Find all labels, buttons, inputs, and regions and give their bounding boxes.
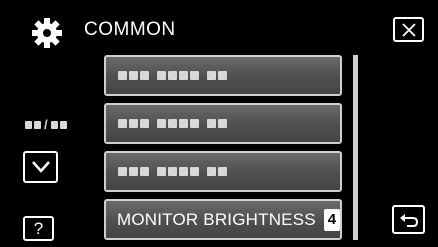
scrollbar-thumb[interactable] <box>353 55 358 240</box>
menu-item-label-placeholder <box>118 71 227 80</box>
brightness-value: 4 <box>323 208 340 231</box>
scroll-down-button[interactable] <box>23 151 58 183</box>
page-title: COMMON <box>84 19 176 40</box>
help-button[interactable]: ? <box>23 216 54 241</box>
menu-item-3[interactable] <box>104 151 342 192</box>
close-icon <box>401 22 416 37</box>
chevron-down-icon <box>31 161 50 173</box>
menu-item-monitor-brightness[interactable]: MONITOR BRIGHTNESS 4 <box>104 199 342 240</box>
page-separator: / <box>44 117 48 132</box>
menu-item-2[interactable] <box>104 103 342 144</box>
page-indicator: / <box>25 117 67 132</box>
return-icon <box>399 213 418 227</box>
back-button[interactable] <box>392 205 425 234</box>
close-button[interactable] <box>393 17 424 42</box>
menu-item-1[interactable] <box>104 55 342 96</box>
menu-item-label-placeholder <box>118 119 227 128</box>
help-label: ? <box>33 218 44 238</box>
menu-item-label: MONITOR BRIGHTNESS <box>117 209 316 229</box>
menu-item-label-placeholder <box>118 167 227 176</box>
gear-icon <box>32 18 62 48</box>
